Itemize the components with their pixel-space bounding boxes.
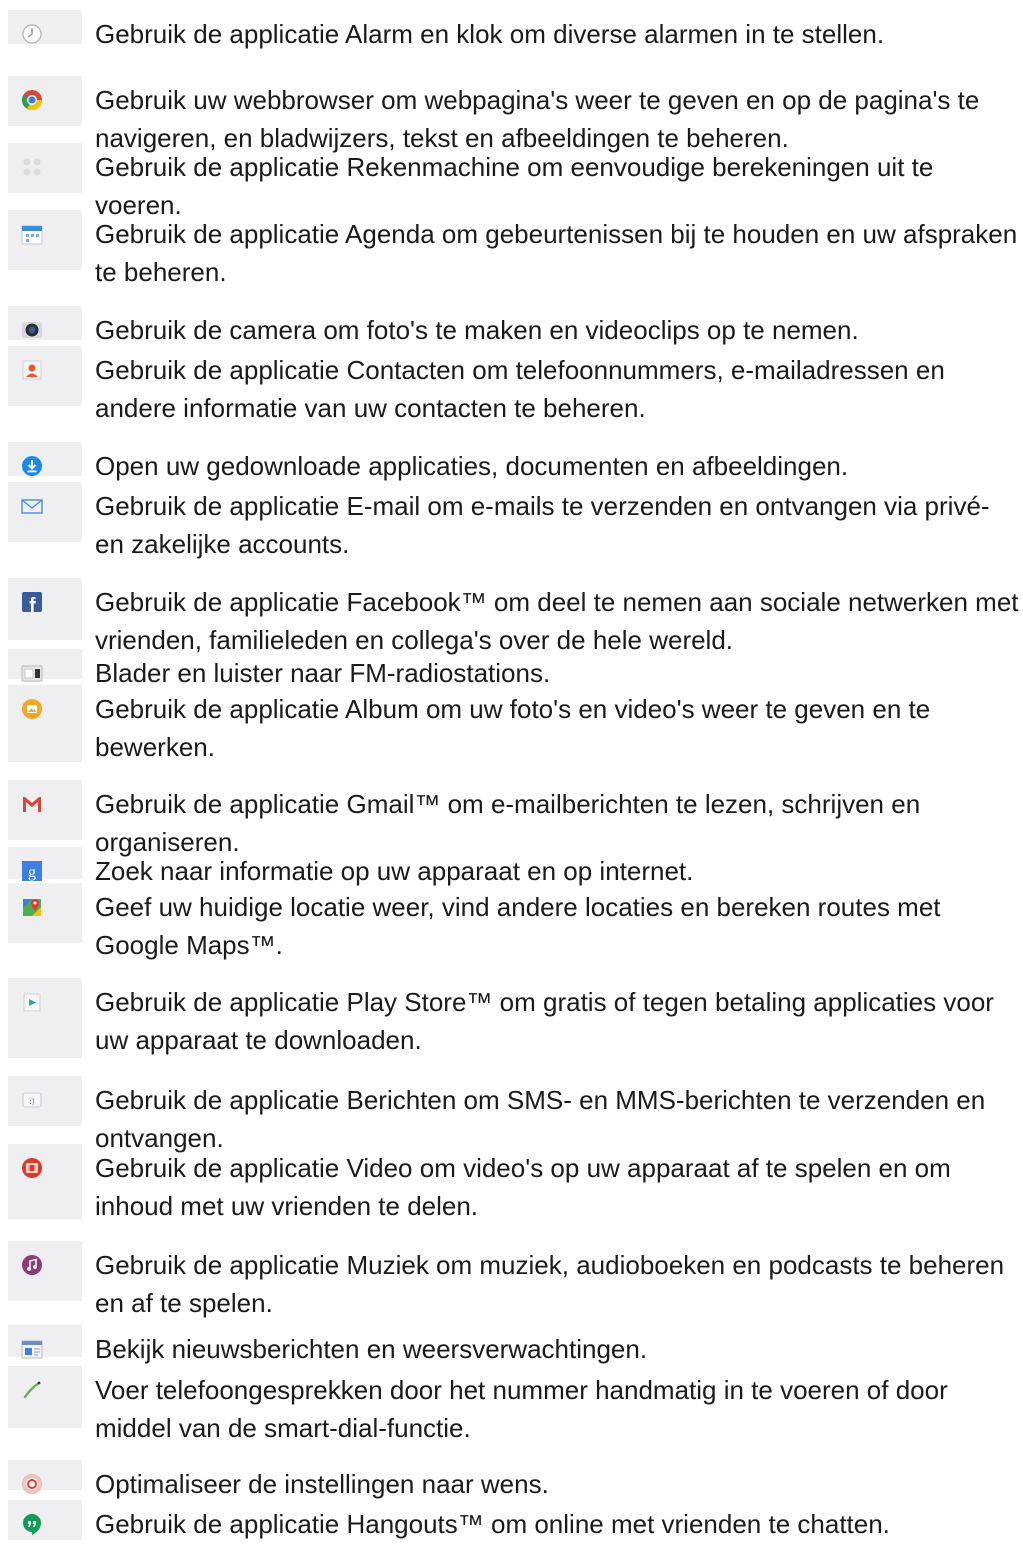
list-item: Gebruik de applicatie Album om uw foto's…	[0, 685, 1023, 762]
list-item: Geef uw huidige locatie weer, vind ander…	[0, 883, 1023, 960]
svg-text:g: g	[28, 864, 36, 881]
list-item: Blader en luister naar FM-radiostations.	[0, 649, 1023, 688]
item-description: Gebruik de applicatie Video om video's o…	[95, 1153, 951, 1221]
item-description: Gebruik de camera om foto's te maken en …	[95, 315, 859, 345]
item-description: Gebruik de applicatie Agenda om gebeurte…	[95, 219, 1018, 287]
icon-cell	[8, 346, 82, 406]
icon-cell	[8, 883, 82, 943]
icon-cell	[8, 482, 82, 542]
item-description: Gebruik de applicatie Contacten om telef…	[95, 355, 945, 423]
list-item: Gebruik de applicatie Contacten om telef…	[0, 346, 1023, 423]
item-description: Gebruik de applicatie E-mail om e-mails …	[95, 491, 990, 559]
list-item: Gebruik de applicatie Agenda om gebeurte…	[0, 210, 1023, 287]
contacts-icon	[22, 360, 42, 380]
icon-cell	[8, 210, 82, 270]
chrome-browser-icon	[21, 90, 43, 111]
hangouts-icon	[23, 1514, 41, 1535]
icon-cell: :)	[8, 1076, 82, 1126]
item-description: Geef uw huidige locatie weer, vind ander…	[95, 892, 941, 960]
list-item: Bekijk nieuwsberichten en weersverwachti…	[0, 1325, 1023, 1364]
icon-cell	[8, 578, 82, 640]
album-icon	[22, 699, 42, 719]
icon-cell	[8, 143, 82, 193]
item-description: Gebruik de applicatie Alarm en klok om d…	[95, 19, 885, 49]
list-item: :) Gebruik de applicatie Berichten om SMS…	[0, 1076, 1023, 1153]
list-item: Optimaliseer de instellingen naar wens.	[0, 1460, 1023, 1499]
settings-icon	[22, 1474, 42, 1494]
google-search-icon: g	[22, 861, 42, 881]
icon-cell	[8, 1366, 82, 1428]
camera-icon	[22, 322, 42, 338]
list-item: Gebruik uw webbrowser om webpagina's wee…	[0, 76, 1023, 153]
list-item: Gebruik de applicatie Alarm en klok om d…	[0, 10, 1023, 49]
list-item: Gebruik de applicatie Facebook™ om deel …	[0, 578, 1023, 655]
email-envelope-icon	[21, 499, 43, 514]
list-item: Open uw gedownloade applicaties, documen…	[0, 442, 1023, 481]
google-maps-icon	[23, 899, 41, 916]
item-description: Bekijk nieuwsberichten en weersverwachti…	[95, 1334, 648, 1364]
item-description: Gebruik de applicatie Muziek om muziek, …	[95, 1250, 1005, 1318]
list-item: Gebruik de applicatie Gmail™ om e-mailbe…	[0, 780, 1023, 857]
play-store-icon	[23, 993, 41, 1012]
icon-cell	[8, 306, 82, 340]
list-item: Gebruik de applicatie Muziek om muziek, …	[0, 1241, 1023, 1318]
icon-cell	[8, 685, 82, 762]
alarm-clock-icon	[22, 24, 42, 44]
list-item: Gebruik de applicatie Play Store™ om gra…	[0, 978, 1023, 1058]
icon-cell	[8, 649, 82, 682]
item-description: Optimaliseer de instellingen naar wens.	[95, 1469, 549, 1499]
video-icon	[22, 1158, 42, 1178]
item-description: Voer telefoongesprekken door het nummer …	[95, 1375, 948, 1443]
icon-cell	[8, 1144, 82, 1219]
list-item: g Zoek naar informatie op uw apparaat en …	[0, 847, 1023, 886]
list-item: Voer telefoongesprekken door het nummer …	[0, 1366, 1023, 1443]
fm-radio-icon	[21, 665, 43, 682]
facebook-icon	[22, 592, 42, 612]
icon-cell	[8, 1241, 82, 1301]
item-description: Gebruik de applicatie Album om uw foto's…	[95, 694, 931, 762]
gmail-icon	[23, 797, 41, 812]
item-description: Gebruik de applicatie Facebook™ om deel …	[95, 587, 1019, 655]
icon-cell: g	[8, 847, 82, 881]
icon-cell	[8, 1500, 82, 1540]
icon-cell	[8, 1325, 82, 1359]
icon-cell	[8, 76, 82, 126]
item-description: Open uw gedownloade applicaties, documen…	[95, 451, 849, 481]
item-description: Gebruik de applicatie Hangouts™ om onlin…	[95, 1509, 890, 1539]
icon-cell	[8, 780, 82, 840]
list-item: Gebruik de applicatie Video om video's o…	[0, 1144, 1023, 1221]
icon-cell	[8, 1460, 82, 1494]
icon-cell	[8, 10, 82, 44]
icon-cell	[8, 442, 82, 476]
calculator-icon	[23, 158, 41, 176]
news-weather-icon	[21, 1340, 43, 1359]
phone-icon	[23, 1381, 41, 1399]
svg-text::): :)	[29, 1097, 35, 1106]
list-item: Gebruik de camera om foto's te maken en …	[0, 306, 1023, 345]
icon-cell	[8, 978, 82, 1058]
calendar-icon	[21, 225, 43, 245]
list-item: Gebruik de applicatie E-mail om e-mails …	[0, 482, 1023, 559]
list-item: Gebruik de applicatie Hangouts™ om onlin…	[0, 1500, 1023, 1540]
music-icon	[22, 1255, 42, 1275]
download-icon	[22, 456, 42, 476]
item-description: Gebruik de applicatie Play Store™ om gra…	[95, 987, 994, 1055]
messaging-icon: :)	[22, 1092, 42, 1108]
list-item: Gebruik de applicatie Rekenmachine om ee…	[0, 143, 1023, 220]
